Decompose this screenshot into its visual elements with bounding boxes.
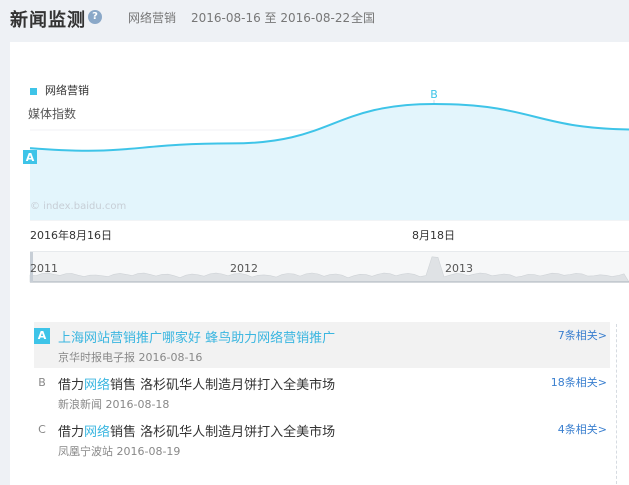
list-divider (616, 324, 617, 484)
related-news-link[interactable]: 18条相关> (551, 374, 607, 390)
marker-b-label[interactable]: B (430, 88, 438, 101)
media-index-chart[interactable]: A B 2011 2012 2013 (10, 42, 629, 302)
date-range: 2016-08-16 至 2016-08-22 (191, 11, 351, 25)
news-title-post: 销售 洛杉矶华人制造月饼打入全美市场 (110, 425, 336, 440)
related-news-link[interactable]: 7条相关> (558, 327, 607, 343)
news-source: 京华时报电子报 2016-08-16 (58, 351, 203, 364)
page-title: 新闻监测 (10, 10, 86, 31)
news-item[interactable]: B 借力网络销售 洛杉矶华人制造月饼打入全美市场 新浪新闻 2016-08-18… (34, 369, 610, 415)
news-badge-c: C (38, 423, 46, 436)
news-item[interactable]: A 上海网站营销推广哪家好 蜂鸟助力网络营销推广 京华时报电子报 2016-08… (34, 322, 610, 368)
news-title-post: 销售 洛杉矶华人制造月饼打入全美市场 (110, 378, 336, 393)
news-source: 凤凰宁波站 2016-08-19 (58, 445, 181, 458)
keyword-label: 网络营销 (128, 11, 177, 25)
related-news-link[interactable]: 4条相关> (558, 421, 607, 437)
marker-a-label: A (26, 151, 35, 164)
region-label: 全国 (351, 11, 376, 25)
news-title-link[interactable]: 借力网络销售 洛杉矶华人制造月饼打入全美市场 (58, 374, 335, 393)
x-tick-label: 8月18日 (412, 229, 455, 242)
page-header: 新闻监测 ? 网络营销 2016-08-16 至 2016-08-22 全国 (0, 0, 629, 40)
news-title-text: 上海网站营销推广哪家好 蜂鸟助力网络营销推广 (58, 331, 336, 346)
news-title-keyword: 网络 (84, 378, 111, 393)
news-monitor-panel: 网络营销 媒体指数 A B 2011 2012 2013 © index.bai… (10, 42, 629, 485)
news-title-keyword: 网络 (84, 425, 111, 440)
x-tick-label: 2016年8月16日 (30, 229, 112, 242)
news-title-link[interactable]: 借力网络销售 洛杉矶华人制造月饼打入全美市场 (58, 421, 335, 440)
help-icon[interactable]: ? (88, 10, 102, 24)
overview-tick-2011: 2011 (30, 262, 58, 275)
news-title-pre: 借力 (58, 425, 85, 440)
overview-tick-2012: 2012 (230, 262, 258, 275)
watermark: © index.baidu.com (30, 201, 127, 212)
news-badge-a: A (34, 328, 50, 344)
news-badge-b: B (38, 376, 46, 389)
news-title-link[interactable]: 上海网站营销推广哪家好 蜂鸟助力网络营销推广 (58, 327, 335, 346)
overview-tick-2013: 2013 (445, 262, 473, 275)
news-source: 新浪新闻 2016-08-18 (58, 398, 170, 411)
news-title-pre: 借力 (58, 378, 85, 393)
news-item[interactable]: C 借力网络销售 洛杉矶华人制造月饼打入全美市场 凤凰宁波站 2016-08-1… (34, 416, 610, 462)
